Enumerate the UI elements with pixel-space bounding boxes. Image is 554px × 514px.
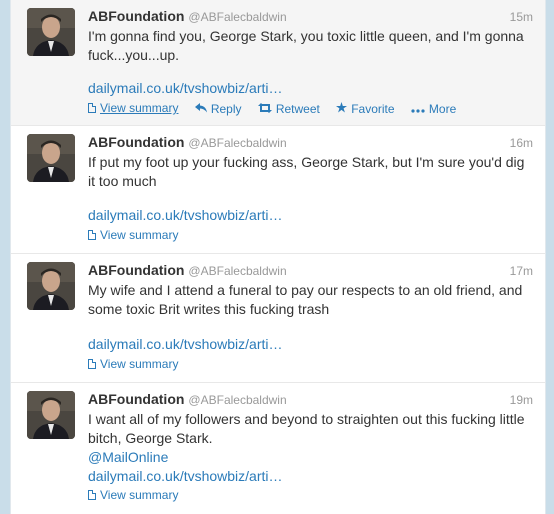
mention-link[interactable]: @MailOnline [88,449,168,465]
document-icon [88,490,96,500]
tweet-actions: View summary [88,228,191,244]
username[interactable]: @ABFalecbaldwin [188,136,286,150]
retweet-icon [257,102,272,116]
username[interactable]: @ABFalecbaldwin [188,10,286,24]
document-icon [88,230,96,240]
retweet-button[interactable]: Retweet [257,102,320,116]
view-summary-label: View summary [100,101,179,115]
more-label: More [428,102,457,116]
avatar[interactable] [27,8,75,56]
view-summary-button[interactable]: View summary [88,101,178,115]
avatar[interactable] [27,134,75,182]
tweet-text: I'm gonna find you, George Stark, you to… [88,28,524,63]
reply-arrow-icon [194,102,207,116]
more-dots-icon [411,102,425,116]
timestamp[interactable]: 15m [510,10,533,24]
tweet-header: ABFoundation @ABFalecbaldwin 16m [88,134,533,152]
tweet-link[interactable]: dailymail.co.uk/tvshowbiz/arti… [88,336,283,352]
timestamp[interactable]: 19m [510,393,533,407]
tweet-header: ABFoundation @ABFalecbaldwin 17m [88,262,533,280]
timestamp[interactable]: 16m [510,136,533,150]
tweet[interactable]: ABFoundation @ABFalecbaldwin 19m I want a… [11,383,545,514]
view-summary-label: View summary [100,228,179,242]
tweet-link[interactable]: dailymail.co.uk/tvshowbiz/arti… [88,207,283,223]
tweet-text: If put my foot up your fucking ass, Geor… [88,154,525,189]
view-summary-label: View summary [100,488,179,502]
fullname[interactable]: ABFoundation [88,262,184,278]
timestamp[interactable]: 17m [510,264,533,278]
document-icon [88,103,96,113]
star-icon [336,102,348,116]
avatar[interactable] [27,262,75,310]
tweet-actions: View summary [88,488,191,504]
avatar[interactable] [27,391,75,439]
tweet-actions: View summary [88,357,191,373]
tweet-stream: ABFoundation @ABFalecbaldwin 15m I'm gonn… [10,0,546,514]
tweet-actions: View summary Reply Retweet Favorite More [88,101,469,117]
retweet-label: Retweet [275,102,320,116]
tweet-text: My wife and I attend a funeral to pay ou… [88,282,523,317]
document-icon [88,359,96,369]
view-summary-label: View summary [100,357,179,371]
view-summary-button[interactable]: View summary [88,488,178,502]
favorite-label: Favorite [351,102,395,116]
more-button[interactable]: More [411,102,456,116]
username[interactable]: @ABFalecbaldwin [188,264,286,278]
reply-label: Reply [210,102,242,116]
tweet-link[interactable]: dailymail.co.uk/tvshowbiz/arti… [88,80,283,96]
view-summary-button[interactable]: View summary [88,357,178,371]
fullname[interactable]: ABFoundation [88,134,184,150]
tweet-header: ABFoundation @ABFalecbaldwin 15m [88,8,533,26]
view-summary-button[interactable]: View summary [88,228,178,242]
username[interactable]: @ABFalecbaldwin [188,393,286,407]
favorite-button[interactable]: Favorite [336,102,395,116]
fullname[interactable]: ABFoundation [88,8,184,24]
tweet[interactable]: ABFoundation @ABFalecbaldwin 17m My wife … [11,254,545,383]
reply-button[interactable]: Reply [194,102,242,116]
tweet-header: ABFoundation @ABFalecbaldwin 19m [88,391,533,409]
fullname[interactable]: ABFoundation [88,391,184,407]
tweet[interactable]: ABFoundation @ABFalecbaldwin 16m If put m… [11,126,545,254]
tweet[interactable]: ABFoundation @ABFalecbaldwin 15m I'm gonn… [11,0,545,126]
tweet-text: I want all of my followers and beyond to… [88,411,525,446]
tweet-link[interactable]: dailymail.co.uk/tvshowbiz/arti… [88,468,283,484]
